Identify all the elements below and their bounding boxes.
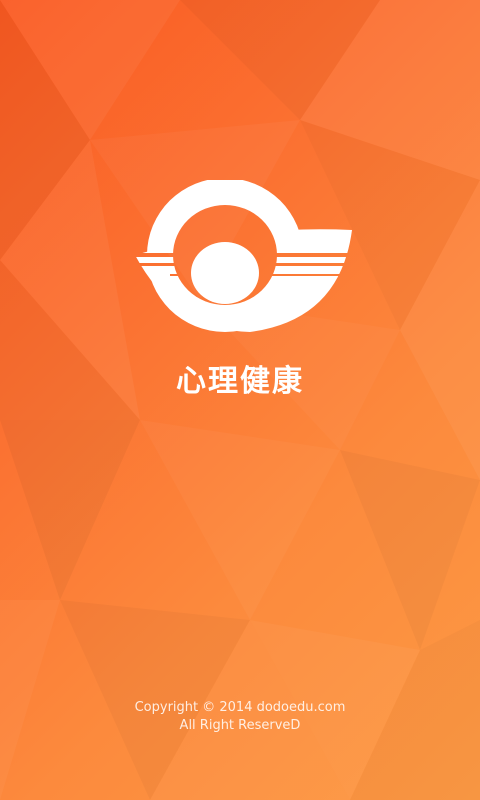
splash-screen: 心理健康 Copyright © 2014 dodoedu.com All Ri… — [0, 0, 480, 800]
app-name: 心理健康 — [176, 364, 304, 399]
copyright-text: Copyright © 2014 dodoedu.com — [134, 700, 346, 715]
app-logo — [135, 180, 352, 332]
rights-text: All Right ReserveD — [179, 718, 301, 733]
copyright-footer: Copyright © 2014 dodoedu.com All Right R… — [0, 699, 480, 735]
